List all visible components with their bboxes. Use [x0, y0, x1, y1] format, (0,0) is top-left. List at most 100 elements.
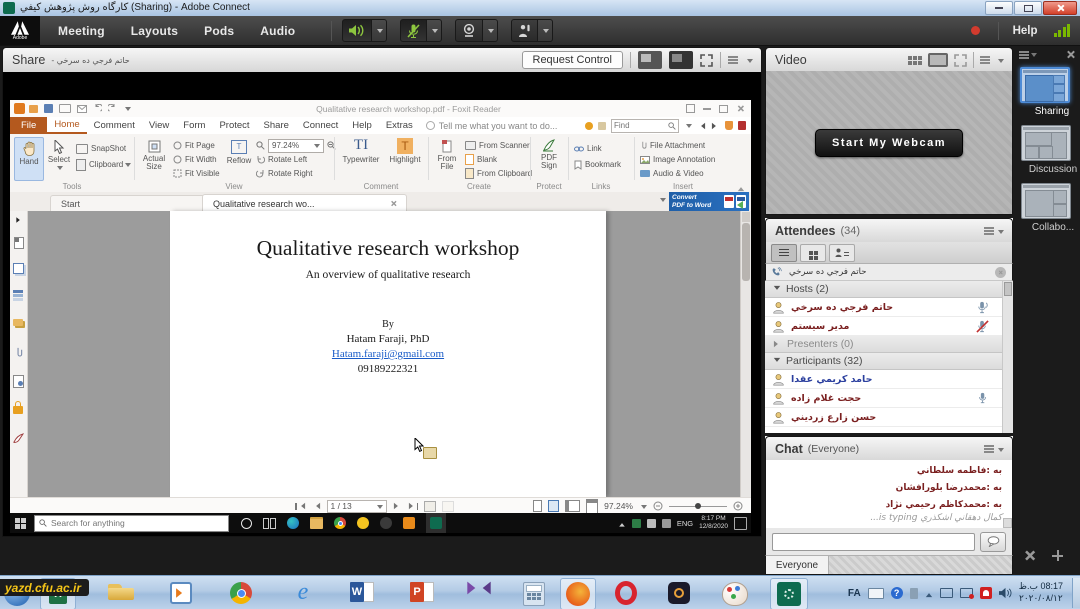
app-p-icon[interactable] — [380, 517, 392, 529]
actual-size-button[interactable]: Actual Size — [138, 137, 170, 179]
rotate-left-button[interactable]: Rotate Left — [256, 153, 307, 166]
layers-icon[interactable] — [13, 290, 23, 293]
continuous-view-icon[interactable] — [548, 500, 559, 512]
from-scanner-button[interactable]: From Scanner — [465, 139, 530, 152]
notification-icon[interactable] — [734, 517, 747, 530]
dismiss-speaker-icon[interactable] — [995, 267, 1006, 278]
zoom-out-icon[interactable] — [653, 501, 663, 511]
host-row[interactable]: حاتم فرجي ده سرخي — [765, 298, 1003, 317]
doc-tab-active[interactable]: Qualitative research wo... — [202, 194, 407, 212]
layouts-close-icon[interactable] — [1066, 50, 1075, 59]
certificate-icon[interactable] — [13, 375, 24, 388]
participant-row[interactable]: حامد كريمي عقدا — [765, 370, 1003, 389]
adobe-connect-taskbar-button[interactable] — [426, 513, 446, 533]
list-view-icon[interactable] — [771, 244, 797, 262]
up-arrow-icon[interactable] — [925, 589, 931, 596]
grid-view-icon[interactable] — [800, 244, 826, 262]
taskbar-search-box[interactable] — [34, 515, 229, 532]
chat-input[interactable] — [772, 533, 975, 551]
from-file-button[interactable]: From File — [433, 137, 461, 179]
select-tool-button[interactable]: Select — [45, 137, 73, 179]
open-icon[interactable] — [29, 105, 38, 113]
status-dropdown[interactable] — [538, 19, 553, 42]
chat-scroll-button[interactable] — [1003, 518, 1012, 528]
next-view-icon[interactable] — [442, 501, 454, 512]
rotate-right-button[interactable]: Rotate Right — [256, 167, 312, 180]
start-icon[interactable] — [15, 518, 26, 529]
bell-icon[interactable] — [725, 121, 733, 130]
participant-row[interactable]: حجت غلام زاده — [765, 389, 1003, 408]
doc-tab-start[interactable]: Start — [50, 195, 212, 212]
restore-button[interactable] — [1014, 1, 1042, 15]
zoom-slider-thumb[interactable] — [695, 503, 701, 509]
minimize-button[interactable] — [985, 1, 1013, 15]
typewriter-button[interactable]: TI Typewriter — [340, 137, 382, 179]
find-next-icon[interactable] — [712, 122, 719, 128]
page-number-box[interactable]: 1 / 13 — [327, 500, 387, 513]
tray-language[interactable]: ENG — [677, 519, 693, 528]
screen-share-icon[interactable] — [638, 51, 662, 69]
hosts-section-header[interactable]: Hosts (2) — [765, 281, 1003, 298]
collapse-arrow-icon[interactable] — [15, 216, 24, 226]
search-icon[interactable] — [668, 122, 676, 130]
snapshot-button[interactable]: SnapShot — [76, 142, 126, 155]
tab-extras[interactable]: Extras — [379, 117, 420, 134]
cortana-icon[interactable] — [241, 518, 252, 529]
bookmarks-icon[interactable] — [14, 237, 24, 249]
foxit-minimize-icon[interactable] — [703, 108, 711, 110]
tray-language[interactable]: FA — [848, 588, 861, 599]
keyboard-icon[interactable] — [868, 588, 884, 599]
next-page-icon[interactable] — [393, 503, 400, 509]
fit-visible-button[interactable]: Fit Visible — [173, 167, 220, 180]
calculator-icon[interactable] — [523, 582, 545, 606]
reflow-button[interactable]: T Reflow — [226, 137, 252, 179]
chat-send-button[interactable] — [980, 532, 1006, 552]
tray-clock[interactable]: 8:17 PM 12/8/2020 — [699, 515, 728, 531]
comments-icon[interactable] — [13, 319, 23, 326]
tray-green-icon[interactable] — [632, 519, 641, 528]
find-input[interactable] — [614, 121, 658, 130]
scrollbar-thumb[interactable] — [1004, 282, 1012, 296]
ribbon-collapse-icon[interactable] — [737, 183, 745, 188]
help-icon[interactable]: ? — [891, 587, 903, 599]
redo-icon[interactable] — [108, 104, 117, 113]
close-button[interactable] — [1043, 1, 1077, 15]
adobe-connect-taskbar-button[interactable] — [770, 578, 808, 609]
participant-row[interactable]: حسن زارع زردیني — [765, 408, 1003, 427]
clipboard-button[interactable]: Clipboard — [76, 158, 131, 171]
volume-icon[interactable] — [999, 587, 1012, 599]
network-icon[interactable] — [940, 588, 953, 598]
slide-email-link[interactable]: Hatam.faraji@gmail.com — [170, 348, 606, 360]
firefox-taskbar-button[interactable] — [560, 578, 596, 609]
opera-icon[interactable] — [615, 581, 637, 605]
prev-view-icon[interactable] — [424, 501, 436, 512]
tab-view[interactable]: View — [142, 117, 176, 134]
fit-page-button[interactable]: Fit Page — [173, 139, 215, 152]
signature-icon[interactable] — [13, 433, 24, 446]
find-box[interactable] — [611, 119, 679, 133]
close-layout-icon[interactable] — [1024, 550, 1036, 562]
layout-discussion[interactable]: Discussion — [1021, 125, 1080, 175]
layouts-menu-icon[interactable] — [1019, 51, 1029, 53]
file-attachment-button[interactable]: File Attachment — [640, 139, 705, 152]
media-player-purple-icon[interactable] — [470, 584, 488, 592]
layout-collaboration[interactable]: Collabo... — [1021, 183, 1080, 233]
link-button[interactable]: Link — [574, 142, 602, 155]
attendees-scrollbar[interactable] — [1002, 281, 1013, 433]
foxit-restore-icon[interactable] — [719, 105, 728, 113]
participants-section-header[interactable]: Participants (32) — [765, 353, 1003, 370]
presenters-section-header[interactable]: Presenters (0) — [765, 336, 1003, 353]
nox-icon[interactable] — [668, 582, 690, 604]
filmstrip-icon[interactable] — [908, 56, 922, 65]
layout-switch-icon[interactable] — [686, 104, 695, 113]
scrollbar-thumb[interactable] — [742, 223, 750, 281]
layout-sharing[interactable]: Sharing — [1020, 67, 1080, 117]
quickbar-dropdown-icon[interactable] — [125, 107, 131, 114]
pod-menu-icon[interactable] — [984, 445, 994, 447]
show-desktop-button[interactable] — [1072, 578, 1080, 608]
tray-volume-icon[interactable] — [662, 519, 671, 528]
doc-scrollbar[interactable] — [740, 211, 751, 497]
tab-share[interactable]: Share — [257, 117, 296, 134]
request-control-button[interactable]: Request Control — [522, 51, 624, 69]
split-view-icon[interactable] — [586, 499, 598, 514]
